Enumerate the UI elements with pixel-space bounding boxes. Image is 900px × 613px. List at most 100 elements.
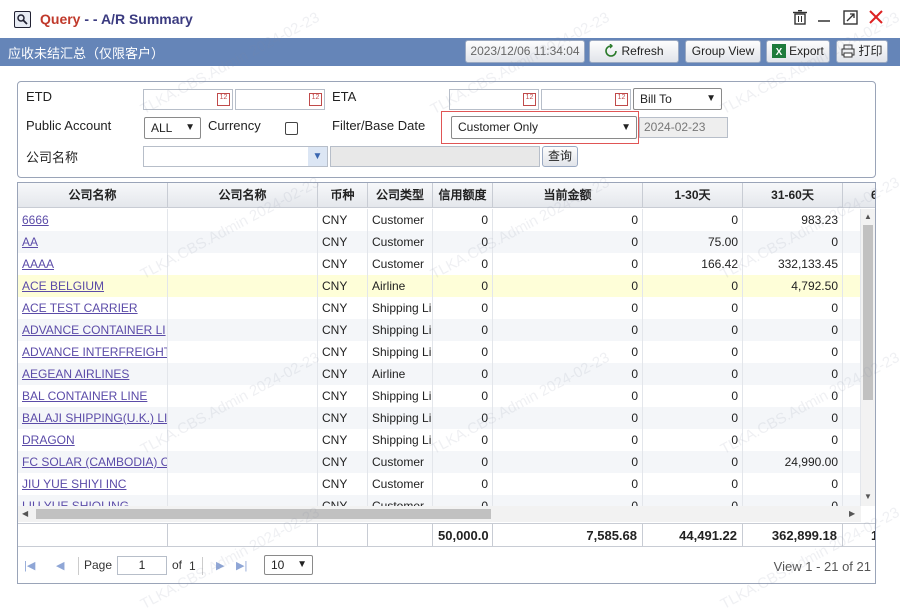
cell-company[interactable]: DRAGON [18,429,168,451]
col-header-company-2[interactable]: 公司名称 [168,183,318,208]
col-header-company[interactable]: 公司名称 [18,183,168,208]
horizontal-scrollbar[interactable]: ◀ ▶ [18,506,861,522]
export-label: Export [789,44,824,58]
printer-icon [841,44,855,58]
cell-company[interactable]: ADVANCE CONTAINER LI [18,319,168,341]
cell-credit: 0 [433,407,493,429]
calendar-icon[interactable]: 12 [309,93,322,106]
table-row[interactable]: AA CNY Customer 0 0 75.00 0 [18,231,861,253]
page-size-select[interactable]: 10 ▼ [264,555,313,575]
cell-61 [843,473,861,495]
close-icon[interactable] [866,10,886,30]
bill-to-select[interactable]: Bill To ▼ [633,88,722,110]
table-row[interactable]: 6666 CNY Customer 0 0 0 983.23 [18,209,861,231]
calendar-icon[interactable]: 12 [615,93,628,106]
scroll-right-icon[interactable]: ▶ [849,509,855,518]
refresh-label: Refresh [621,44,664,58]
refresh-button[interactable]: Refresh [589,40,679,63]
vertical-scrollbar[interactable]: ▲ ▼ [861,209,875,506]
cell-61 [843,275,861,297]
cell-company[interactable]: AAAA [18,253,168,275]
calendar-icon[interactable]: 12 [523,93,536,106]
cell-61 [843,407,861,429]
cell-company[interactable]: JIU YUE SHIYI INC [18,473,168,495]
cell-31-60: 0 [743,385,843,407]
cell-current: 0 [493,429,643,451]
maximize-icon[interactable] [840,10,860,30]
cell-company[interactable]: 6666 [18,209,168,231]
currency-checkbox[interactable] [285,122,298,135]
cell-1-30: 0 [643,407,743,429]
cell-company-2 [168,297,318,319]
cell-company-2 [168,363,318,385]
table-row[interactable]: DRAGON CNY Shipping Li 0 0 0 0 [18,429,861,451]
cell-company-2 [168,253,318,275]
col-header-1-30[interactable]: 1-30天 [643,183,743,208]
cell-company[interactable]: ADVANCE INTERFREIGHT [18,341,168,363]
refresh-icon [604,43,618,58]
cell-31-60: 0 [743,341,843,363]
cell-company[interactable]: AEGEAN AIRLINES [18,363,168,385]
chevron-down-icon: ▼ [297,559,307,570]
trash-icon[interactable] [790,9,810,30]
prev-page-icon[interactable]: ◀ [56,559,64,572]
cell-type: Customer [368,231,433,253]
table-row[interactable]: AAAA CNY Customer 0 0 166.42 332,133.45 [18,253,861,275]
cell-company[interactable]: FC SOLAR (CAMBODIA) C [18,451,168,473]
scroll-left-icon[interactable]: ◀ [22,509,28,518]
chevron-down-icon: ▼ [621,122,631,133]
table-row[interactable]: BAL CONTAINER LINE CNY Shipping Li 0 0 0 0 [18,385,861,407]
group-view-button[interactable]: Group View [685,40,761,63]
table-row[interactable]: ADVANCE INTERFREIGHT CNY Shipping Li 0 0 0 0 [18,341,861,363]
first-page-icon[interactable]: |◀ [24,559,35,572]
filter-base-date-select[interactable]: Customer Only ▼ [451,116,637,139]
cell-company[interactable]: ACE TEST CARRIER [18,297,168,319]
scroll-up-icon[interactable]: ▲ [864,212,872,221]
table-row[interactable]: ADVANCE CONTAINER LI CNY Shipping Li 0 0 0 0 [18,319,861,341]
minimize-icon[interactable] [814,10,834,30]
cell-currency: CNY [318,495,368,506]
cell-company[interactable]: AA [18,231,168,253]
col-header-31-60[interactable]: 31-60天 [743,183,843,208]
col-header-61[interactable]: 6 [843,183,875,208]
company-name-input[interactable] [143,146,328,167]
export-button[interactable]: X Export [766,40,830,63]
query-button[interactable]: 查询 [542,146,578,167]
cell-credit: 0 [433,275,493,297]
cell-1-30: 0 [643,209,743,231]
scroll-down-icon[interactable]: ▼ [864,492,872,501]
cell-currency: CNY [318,297,368,319]
app-icon [14,11,31,28]
table-row[interactable]: JIU YUE SHIYI INC CNY Customer 0 0 0 0 [18,473,861,495]
col-header-credit[interactable]: 信用额度 [433,183,493,208]
col-header-current[interactable]: 当前金额 [493,183,643,208]
total-31-60: 362,899.18 [743,524,843,547]
cell-company[interactable]: BAL CONTAINER LINE [18,385,168,407]
cell-credit: 0 [433,297,493,319]
table-row[interactable]: LIU YUE SHIQLING CNY Customer 0 0 0 0 [18,495,861,506]
horizontal-scroll-thumb[interactable] [36,509,491,519]
next-page-icon[interactable]: ▶ [216,559,224,572]
cell-1-30: 0 [643,473,743,495]
last-page-icon[interactable]: ▶| [236,559,247,572]
cell-current: 0 [493,451,643,473]
table-row[interactable]: AEGEAN AIRLINES CNY Airline 0 0 0 0 [18,363,861,385]
cell-31-60: 24,990.00 [743,451,843,473]
total-pages: 1 [189,559,196,573]
table-row[interactable]: ACE TEST CARRIER CNY Shipping Li 0 0 0 0 [18,297,861,319]
chevron-down-icon[interactable]: ▼ [308,147,327,166]
print-button[interactable]: 打印 [836,40,888,63]
cell-company[interactable]: ACE BELGIUM [18,275,168,297]
table-row[interactable]: BALAJI SHIPPING(U.K.) LI CNY Shipping Li 0 0… [18,407,861,429]
vertical-scroll-thumb[interactable] [863,225,873,400]
table-row[interactable]: ACE BELGIUM CNY Airline 0 0 0 4,792.50 [18,275,861,297]
filter-panel: ETD 12 12 ETA 12 12 Bill To ▼ Public Acco… [17,81,876,178]
cell-company[interactable]: BALAJI SHIPPING(U.K.) LI [18,407,168,429]
table-row[interactable]: FC SOLAR (CAMBODIA) C CNY Customer 0 0 0 24,99… [18,451,861,473]
public-account-select[interactable]: ALL ▼ [144,117,201,139]
page-input[interactable]: 1 [117,556,167,575]
cell-company[interactable]: LIU YUE SHIQLING [18,495,168,506]
col-header-type[interactable]: 公司类型 [368,183,433,208]
calendar-icon[interactable]: 12 [217,93,230,106]
col-header-currency[interactable]: 币种 [318,183,368,208]
